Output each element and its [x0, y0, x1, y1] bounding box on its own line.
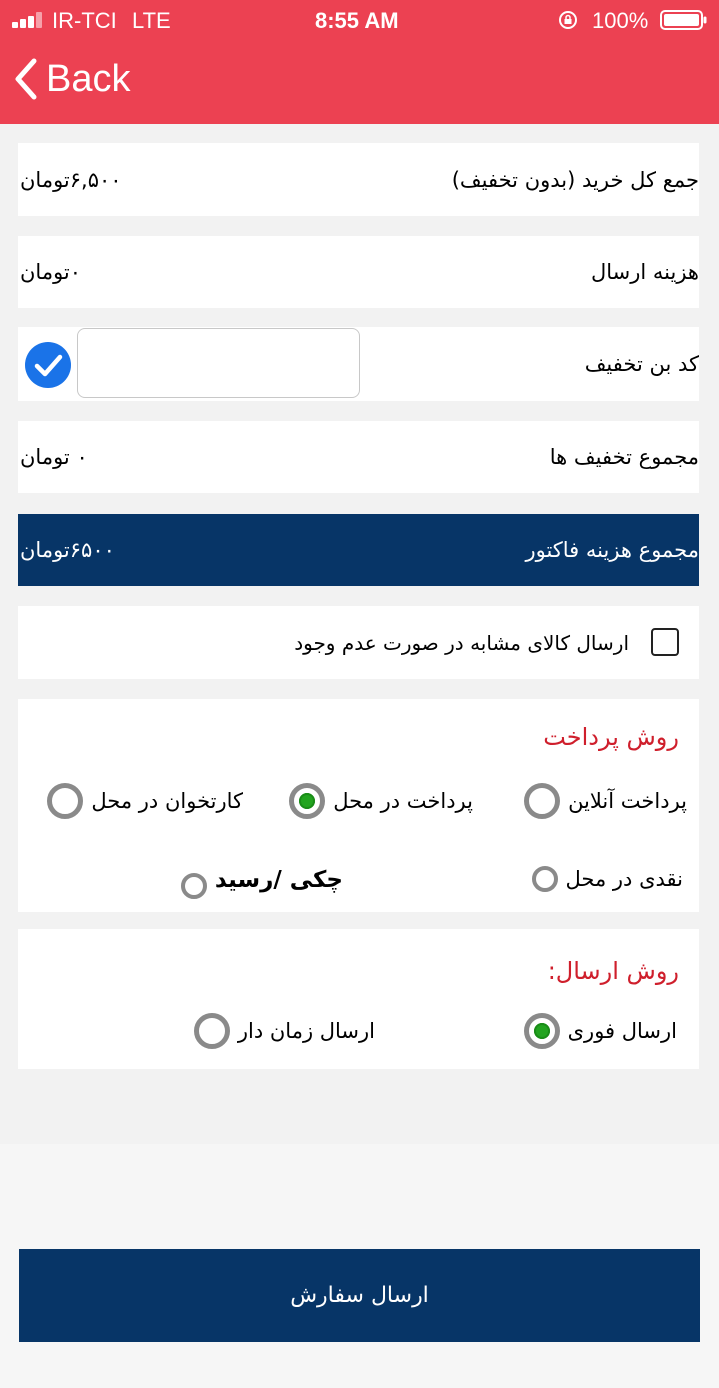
payment-option-card-reader[interactable]: کارتخوان در محل [47, 783, 251, 819]
payment-option-cash[interactable]: نقدی در محل [531, 866, 691, 892]
payment-title: روش پرداخت [543, 723, 679, 751]
shipping-value: ۰تومان [20, 260, 82, 284]
radio-online[interactable] [524, 783, 561, 819]
chevron-left-icon [15, 58, 37, 100]
submit-order-button[interactable]: ارسال سفارش [19, 1249, 700, 1342]
checkout-page: IR-TCI LTE 8:55 AM 100% Back جمع کل خرید… [0, 0, 719, 1388]
discounts-value: ۰ تومان [20, 445, 88, 469]
payment-option-cheque[interactable]: چکی /رسید [180, 861, 361, 899]
radio-immediate[interactable] [523, 1013, 560, 1049]
shipping-label: هزینه ارسال [590, 260, 699, 284]
total-value: ۶,۵۰۰تومان [20, 167, 122, 192]
delivery-section: روش ارسال: ارسال فوری ارسال زمان دار [18, 929, 699, 1069]
payment-option-label: نقدی در محل [565, 867, 683, 891]
network-type: LTE [132, 8, 171, 33]
substitute-label: ارسال کالای مشابه در صورت عدم وجود [294, 630, 629, 655]
payment-option-cod[interactable]: پرداخت در محل [289, 783, 481, 819]
radio-scheduled[interactable] [193, 1013, 230, 1049]
header: IR-TCI LTE 8:55 AM 100% Back [0, 0, 719, 124]
rotation-lock-icon [559, 11, 577, 29]
delivery-option-label: ارسال فوری [567, 1019, 677, 1043]
delivery-title: روش ارسال: [547, 957, 679, 985]
payment-option-online[interactable]: پرداخت آنلاین [524, 783, 695, 819]
carrier-name: IR-TCI [52, 8, 117, 33]
substitute-checkbox[interactable] [651, 628, 679, 656]
battery-percentage: 100% [592, 8, 649, 33]
total-row: جمع کل خرید (بدون تخفیف) ۶,۵۰۰تومان [18, 143, 699, 216]
shipping-row: هزینه ارسال ۰تومان [18, 236, 699, 308]
total-label: جمع کل خرید (بدون تخفیف) [451, 167, 699, 192]
apply-coupon-check-icon[interactable] [24, 341, 72, 389]
radio-cheque[interactable] [180, 873, 207, 899]
coupon-label: کد بن تخفیف [584, 352, 699, 376]
discounts-label: مجموع تخفیف ها [549, 445, 699, 469]
battery-icon [660, 10, 707, 30]
coupon-row: کد بن تخفیف [18, 327, 699, 401]
clock: 8:55 AM [315, 8, 399, 33]
radio-cash[interactable] [531, 866, 558, 892]
payment-section: روش پرداخت پرداخت آنلاین پرداخت در محل ک… [18, 699, 699, 912]
discounts-row: مجموع تخفیف ها ۰ تومان [18, 421, 699, 493]
back-button[interactable]: Back [14, 54, 130, 104]
payment-option-label: پرداخت در محل [333, 789, 473, 813]
payment-option-label: پرداخت آنلاین [568, 789, 687, 813]
delivery-option-scheduled[interactable]: ارسال زمان دار [193, 1013, 383, 1049]
status-bar: IR-TCI LTE 8:55 AM 100% [0, 0, 719, 40]
substitute-row: ارسال کالای مشابه در صورت عدم وجود [18, 606, 699, 679]
radio-card-reader[interactable] [47, 783, 84, 819]
delivery-option-label: ارسال زمان دار [237, 1019, 375, 1043]
delivery-option-immediate[interactable]: ارسال فوری [523, 1013, 685, 1049]
submit-order-label: ارسال سفارش [290, 1283, 429, 1308]
invoice-total-row: مجموع هزینه فاکتور ۶۵۰۰تومان [18, 514, 699, 586]
payment-option-label: کارتخوان در محل [91, 789, 243, 813]
invoice-value: ۶۵۰۰تومان [20, 538, 115, 562]
back-label: Back [46, 57, 131, 100]
radio-cod[interactable] [289, 783, 326, 819]
invoice-label: مجموع هزینه فاکتور [525, 538, 699, 562]
payment-option-label: چکی /رسید [214, 867, 343, 893]
coupon-input[interactable] [77, 328, 360, 398]
signal-icon [12, 12, 46, 28]
